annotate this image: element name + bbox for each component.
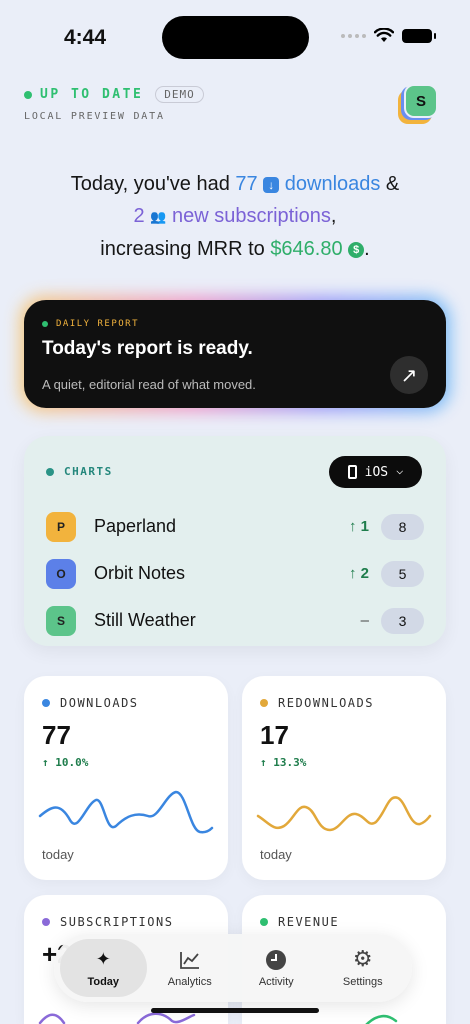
sync-status: UP TO DATE DEMO LOCAL PREVIEW DATA [24,86,204,122]
tab-bar: ✦ Today Analytics Activity ⚙ Settings [54,934,412,1002]
report-title: Today's report is ready. [42,338,253,359]
people-icon: 👥 [150,209,167,224]
account-avatar[interactable]: S [398,84,440,126]
metric-label: DOWNLOADS [42,696,139,710]
daily-report-card[interactable]: DAILY REPORT Today's report is ready. A … [24,300,446,408]
metric-label: REDOWNLOADS [260,696,374,710]
open-report-button[interactable]: ↗ [390,356,428,394]
rank-change: ↑ 1 [348,518,369,535]
charts-label: CHARTS [46,465,113,478]
app-name: Paperland [94,516,177,536]
metric-footer: today [260,847,292,862]
downloads-sparkline [38,790,214,834]
app-icon: P [46,511,76,542]
metric-change: ↑ 13.3% [260,756,307,769]
rank-badge: 5 [381,560,424,587]
sync-subtitle: LOCAL PREVIEW DATA [24,111,165,122]
rank-badge: 8 [381,513,424,540]
metric-label: REVENUE [260,915,339,929]
redownloads-sparkline [256,796,432,832]
app-row[interactable]: P Paperland ↑ 1 8 [46,503,424,550]
charts-card: CHARTS iOS ⌵ P Paperland ↑ 1 8 O Orbit N… [24,436,446,646]
metric-value: 77 [42,720,71,750]
mrr-value: $646.80 [270,238,343,260]
tab-activity[interactable]: Activity [233,939,320,997]
download-icon: ↓ [263,177,280,193]
gear-icon: ⚙ [352,945,373,971]
tab-settings[interactable]: ⚙ Settings [320,939,407,997]
downloads-word: downloads [284,173,381,195]
status-bar: 4:44 [0,0,470,70]
sync-status-text: UP TO DATE [40,87,144,102]
app-name: Still Weather [94,610,196,630]
chart-line-icon [179,951,199,969]
metric-value: 17 [260,720,289,750]
redownloads-card[interactable]: REDOWNLOADS 17 ↑ 13.3% today [242,676,446,880]
home-indicator [151,1008,319,1013]
tab-today[interactable]: ✦ Today [60,939,147,997]
summary-headline: Today, you've had 77 ↓ downloads & 2 👥 n… [70,173,400,260]
rank-change: ↑ 2 [348,565,369,582]
status-icons [341,28,436,43]
rank-change: – [360,612,369,629]
app-list: P Paperland ↑ 1 8 O Orbit Notes ↑ 2 5 S … [46,503,424,644]
tab-label: Today [87,975,120,988]
downloads-card[interactable]: DOWNLOADS 77 ↑ 10.0% today [24,676,228,880]
battery-icon [402,28,436,43]
subs-word: new subscriptions [171,205,331,227]
metric-footer: today [42,847,74,862]
app-row[interactable]: S Still Weather – 3 [46,597,424,644]
chevron-down-icon: ⌵ [396,463,404,477]
report-subtitle: A quiet, editorial read of what moved. [42,377,256,392]
avatar-initial: S [404,84,438,118]
clock-icon [266,949,287,970]
phone-icon [347,465,357,479]
dynamic-island [162,16,309,59]
signal-icon [341,33,366,38]
downloads-count: 77 [235,173,258,195]
tab-analytics[interactable]: Analytics [147,939,234,997]
app-icon: S [46,605,76,636]
subs-count: 2 [133,205,145,227]
dollar-icon: $ [348,242,365,258]
wifi-icon [374,28,394,42]
platform-selector[interactable]: iOS ⌵ [329,456,422,488]
status-dot [24,90,32,99]
arrow-up-right-icon: ↗ [400,364,418,387]
tab-label: Activity [258,975,294,988]
metric-label: SUBSCRIPTIONS [42,915,173,929]
platform-label: iOS [364,464,389,480]
rank-badge: 3 [381,607,424,634]
demo-badge: DEMO [155,86,204,103]
app-icon: O [46,558,76,589]
metric-change: ↑ 10.0% [42,756,89,769]
tab-label: Analytics [167,975,212,988]
report-kicker: DAILY REPORT [42,319,139,329]
sparkle-icon: ✦ [95,948,111,969]
tab-label: Settings [342,975,383,988]
app-name: Orbit Notes [94,563,186,583]
app-row[interactable]: O Orbit Notes ↑ 2 5 [46,550,424,597]
status-time: 4:44 [64,26,107,49]
